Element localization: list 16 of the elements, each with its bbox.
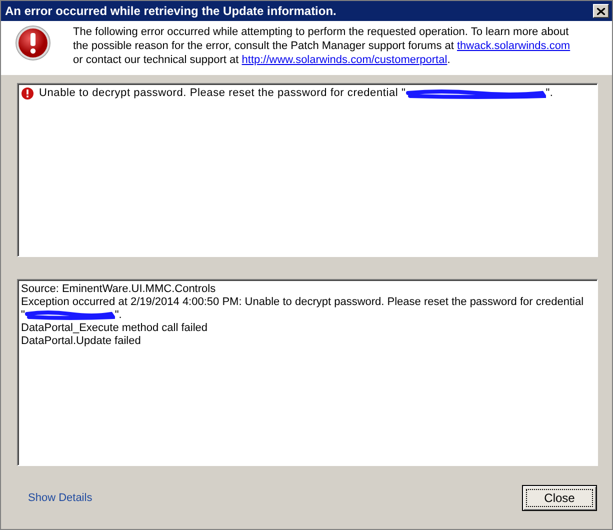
- details-line: DataPortal_Execute method call failed: [21, 322, 208, 335]
- show-details-link[interactable]: Show Details: [28, 492, 92, 504]
- details-line: " ".: [21, 309, 123, 322]
- details-line: DataPortal.Update failed: [21, 335, 142, 348]
- window-title: An error occurred while retrieving the Update information.: [5, 4, 336, 18]
- details-line: Exception occurred at 2/19/2014 4:00:50 PM: Unable to decrypt password. Please reset the password for credential: [21, 296, 585, 309]
- link[interactable]: thwack.solarwinds.com: [457, 40, 570, 52]
- error-message: The following error occurred while attempting to perform the requested operation. To learn more about the possible reason for the error, consult the Patch Manager support forums at thwack.solarwinds.com or contact our technical support at http://www.solarwinds.com/customerportal.: [73, 25, 572, 68]
- error-icon: [15, 25, 51, 61]
- link[interactable]: http://www.solarwinds.com/customerportal: [242, 54, 448, 66]
- error-icon: [21, 87, 34, 100]
- details-line: Source: EminentWare.UI.MMC.Controls: [21, 283, 217, 296]
- close-dialog-button[interactable]: Close: [522, 484, 597, 510]
- error-text: Unable to decrypt password. Please reset the password for credential " ".: [39, 87, 554, 100]
- close-icon: [597, 8, 605, 14]
- close-button[interactable]: [593, 4, 609, 18]
